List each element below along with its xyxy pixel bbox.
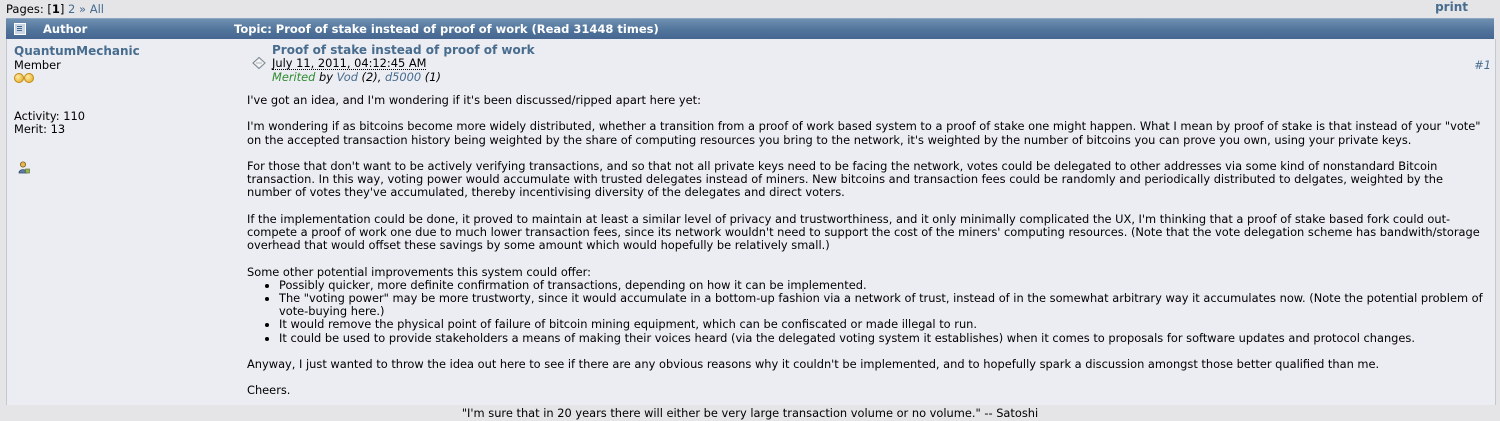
all-pages-link[interactable]: All (90, 2, 104, 16)
merited-label: Merited (272, 70, 316, 84)
print-link[interactable]: print (1435, 0, 1468, 14)
post-paragraph: I'm wondering if as bitcoins become more… (247, 119, 1481, 147)
post-number-link[interactable]: #1 (1474, 58, 1491, 72)
poster-rank: Member (14, 58, 61, 72)
improvements-list: Possibly quicker, more definite confirma… (247, 278, 1489, 345)
post-closing: Anyway, I just wanted to throw the idea … (247, 356, 1380, 371)
poster-activity: Activity: 110 (14, 109, 85, 123)
rank-star-icon (14, 73, 24, 83)
post-subject-link[interactable]: Proof of stake instead of proof of work (272, 43, 535, 57)
post-paragraph: If the implementation could be done, it … (247, 211, 1480, 253)
post-signoff: Cheers. (247, 383, 291, 398)
pages-close-bracket: ] (59, 2, 65, 16)
post: QuantumMechanic Member Activity: 110 Mer… (6, 39, 1496, 405)
merit-user-link[interactable]: Vod (337, 70, 358, 84)
list-item: It would remove the physical point of fa… (279, 318, 1489, 331)
post-date: July 11, 2011, 04:12:45 AM (272, 56, 427, 70)
merit-count: (2), (357, 70, 385, 84)
message-icon (252, 56, 266, 70)
profile-icon[interactable] (18, 161, 30, 174)
poster-merit: Merit: 13 (14, 122, 66, 136)
next-page-arrow[interactable]: » (79, 2, 86, 16)
topic-icon (14, 23, 26, 35)
post-paragraph: For those that don't want to be actively… (247, 158, 1443, 200)
rank-star-icon (24, 73, 34, 83)
pages-label: Pages: (6, 2, 44, 16)
post-paragraph: I've got an idea, and I'm wondering if i… (247, 93, 701, 107)
post-paragraph: Some other potential improvements this s… (247, 264, 591, 279)
author-column-header: Author (43, 22, 88, 36)
rank-stars (14, 72, 34, 86)
merited-line: Merited by Vod (2), d5000 (1) (272, 70, 441, 84)
page-2-link[interactable]: 2 (68, 2, 75, 16)
topic-header: Author Topic: Proof of stake instead of … (6, 18, 1494, 39)
list-item: It could be used to provide stakeholders… (279, 331, 1489, 345)
merit-count: (1) (421, 70, 441, 84)
merit-user-link[interactable]: d5000 (385, 70, 421, 84)
poster-info: QuantumMechanic Member Activity: 110 Mer… (7, 39, 227, 405)
poster-name-link[interactable]: QuantumMechanic (14, 44, 140, 58)
current-page: 1 (51, 2, 60, 16)
list-item: Possibly quicker, more definite confirma… (279, 278, 1489, 292)
post-content: I've got an idea, and I'm wondering if i… (247, 93, 1489, 411)
pagination: Pages: [1] 2 » All (6, 2, 104, 16)
merited-by: by (315, 70, 337, 84)
topic-title-header: Topic: Proof of stake instead of proof o… (234, 22, 659, 36)
signature-quote: "I'm sure that in 20 years there will ei… (461, 406, 1039, 420)
list-item: The "voting power" may be more trustwort… (279, 291, 1489, 318)
